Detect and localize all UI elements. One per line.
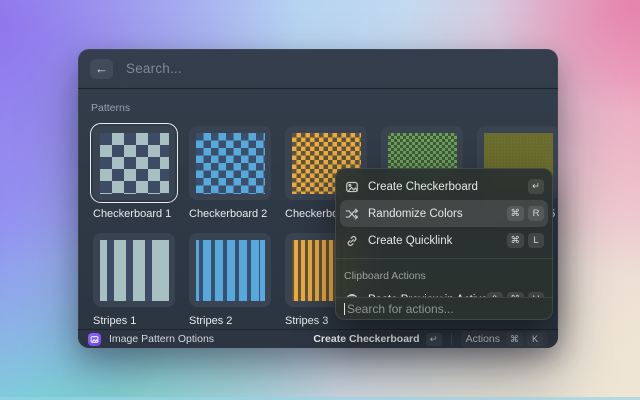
search-input[interactable]: Search... bbox=[126, 61, 182, 76]
text-cursor bbox=[344, 303, 345, 315]
shuffle-icon bbox=[344, 206, 359, 221]
actions-menu-list: Create Checkerboard↵Randomize Colors⌘RCr… bbox=[335, 168, 553, 297]
tile-frame bbox=[90, 230, 178, 310]
tile-card bbox=[93, 233, 175, 307]
menu-item-paste-preview-in-active-app[interactable]: Paste Preview in Active App⇧⌘V bbox=[335, 286, 553, 297]
tile-card bbox=[189, 126, 271, 200]
statusbar-divider bbox=[451, 333, 452, 345]
image-pattern-app-icon bbox=[88, 333, 101, 346]
tile-label: Checkerboard 2 bbox=[189, 208, 274, 220]
keycap: L bbox=[528, 233, 544, 248]
pattern-preview bbox=[100, 133, 169, 194]
search-header: ← Search... bbox=[78, 49, 558, 89]
pattern-preview bbox=[196, 240, 265, 301]
menu-item-label: Create Quicklink bbox=[368, 235, 507, 247]
keycap: ⌘ bbox=[507, 233, 525, 248]
back-arrow-icon: ← bbox=[95, 62, 108, 75]
menu-item-create-quicklink[interactable]: Create Quicklink⌘L bbox=[335, 227, 553, 254]
selection-ring bbox=[90, 123, 178, 203]
pattern-tile-checkerboard-2[interactable]: Checkerboard 2 bbox=[186, 123, 274, 230]
primary-action-button[interactable]: Create Checkerboard ↵ bbox=[313, 333, 441, 346]
pattern-tile-stripes-2[interactable]: Stripes 2 bbox=[186, 230, 274, 337]
link-icon bbox=[344, 233, 359, 248]
pattern-tile-stripes-1[interactable]: Stripes 1 bbox=[90, 230, 178, 337]
pattern-preview bbox=[100, 240, 169, 301]
tile-card bbox=[93, 126, 175, 200]
shortcut-keys: ⌘L bbox=[507, 233, 545, 248]
image-icon bbox=[344, 179, 359, 194]
tile-card bbox=[189, 233, 271, 307]
tile-label: Checkerboard 1 bbox=[93, 208, 178, 220]
tile-frame bbox=[186, 123, 274, 203]
shortcut-keys: ↵ bbox=[528, 179, 544, 194]
shortcut-keys: ⌘R bbox=[507, 206, 545, 221]
desktop-background: { "header": { "back_label": "←", "search… bbox=[0, 0, 640, 400]
tile-label: Stripes 1 bbox=[93, 315, 178, 327]
tile-frame bbox=[186, 230, 274, 310]
menu-separator bbox=[335, 258, 553, 259]
patterns-section-label: Patterns bbox=[91, 102, 546, 114]
return-key-icon: ↵ bbox=[426, 333, 442, 346]
actions-button[interactable]: Actions ⌘ K bbox=[461, 331, 548, 348]
primary-action-label: Create Checkerboard bbox=[313, 333, 419, 345]
menu-item-create-checkerboard[interactable]: Create Checkerboard↵ bbox=[335, 173, 553, 200]
status-bar: Image Pattern Options Create Checkerboar… bbox=[78, 329, 558, 348]
menu-item-label: Randomize Colors bbox=[368, 208, 507, 220]
pattern-preview bbox=[196, 133, 265, 194]
menu-item-label: Create Checkerboard bbox=[368, 181, 528, 193]
menu-item-randomize-colors[interactable]: Randomize Colors⌘R bbox=[340, 200, 548, 227]
actions-label: Actions bbox=[466, 333, 500, 345]
keycap: R bbox=[528, 206, 544, 221]
actions-search-field[interactable]: Search for actions... bbox=[335, 297, 553, 320]
back-button[interactable]: ← bbox=[90, 59, 113, 79]
cmd-key-icon: ⌘ bbox=[506, 333, 523, 346]
pattern-tile-checkerboard-1[interactable]: Checkerboard 1 bbox=[90, 123, 178, 230]
keycap: ⌘ bbox=[507, 206, 525, 221]
actions-menu-popover: Create Checkerboard↵Randomize Colors⌘RCr… bbox=[335, 168, 553, 320]
keycap: ↵ bbox=[528, 179, 544, 194]
k-key-icon: K bbox=[527, 333, 543, 346]
actions-search-placeholder: Search for actions... bbox=[347, 302, 454, 316]
tile-label: Stripes 2 bbox=[189, 315, 274, 327]
menu-section-label: Clipboard Actions bbox=[335, 263, 553, 286]
extension-title: Image Pattern Options bbox=[109, 333, 214, 345]
